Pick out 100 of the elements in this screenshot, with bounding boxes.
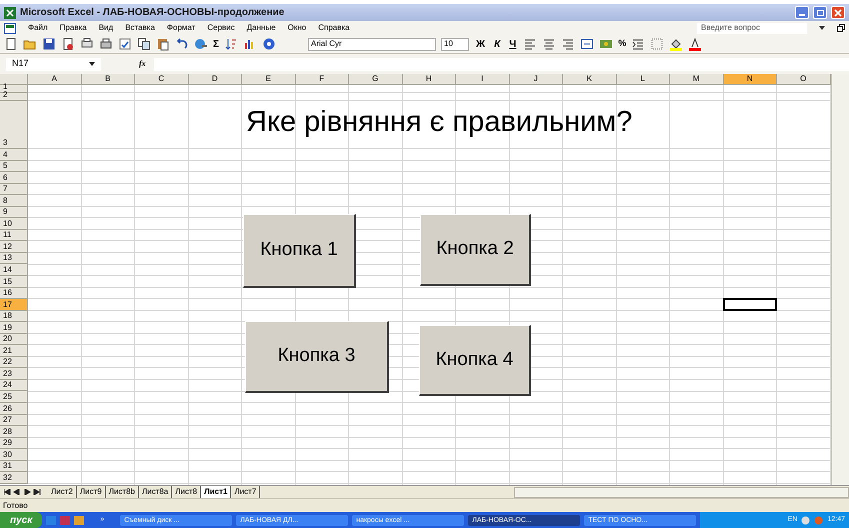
sort-icon[interactable]: [224, 37, 238, 51]
menu-item[interactable]: Файл: [28, 22, 48, 34]
row-header[interactable]: 27: [0, 414, 28, 426]
row-header[interactable]: 10: [0, 218, 28, 230]
row-header[interactable]: 3: [0, 101, 28, 149]
row-header[interactable]: 26: [0, 403, 28, 415]
row-header[interactable]: 8: [0, 195, 28, 207]
name-box[interactable]: N17: [6, 58, 101, 70]
align-center-icon[interactable]: [542, 37, 556, 51]
column-header[interactable]: N: [724, 74, 777, 85]
menu-item[interactable]: Вид: [98, 22, 114, 34]
fill-color-icon[interactable]: [669, 37, 684, 51]
row-header[interactable]: 19: [0, 322, 28, 334]
row-header[interactable]: 23: [0, 368, 28, 380]
column-header[interactable]: E: [242, 74, 296, 85]
column-header[interactable]: C: [135, 74, 188, 85]
sheet-tab[interactable]: Лист1: [201, 486, 232, 498]
percent-button[interactable]: %: [618, 37, 626, 51]
indent-icon[interactable]: [631, 37, 646, 51]
row-header[interactable]: 11: [0, 230, 28, 242]
vertical-scrollbar[interactable]: [831, 74, 849, 485]
row-header[interactable]: 15: [0, 276, 28, 288]
row-header[interactable]: 28: [0, 426, 28, 438]
new-file-icon[interactable]: [4, 37, 18, 51]
column-header[interactable]: I: [456, 74, 510, 85]
currency-icon[interactable]: [599, 37, 614, 51]
selected-cell[interactable]: [722, 298, 777, 311]
align-left-icon[interactable]: [523, 37, 538, 51]
row-header[interactable]: 22: [0, 356, 28, 368]
column-header[interactable]: B: [82, 74, 135, 85]
column-header[interactable]: H: [402, 74, 456, 85]
column-header[interactable]: A: [28, 74, 82, 85]
column-header[interactable]: O: [777, 74, 830, 85]
row-header[interactable]: 31: [0, 460, 28, 472]
workbook-icon[interactable]: [4, 22, 16, 34]
autosum-button[interactable]: Σ: [213, 36, 220, 52]
bold-button[interactable]: Ж: [474, 36, 488, 52]
align-right-icon[interactable]: [561, 37, 576, 51]
row-header[interactable]: 5: [0, 160, 28, 172]
form-button[interactable]: Кнопка 3: [245, 321, 389, 393]
row-header[interactable]: 30: [0, 449, 28, 461]
column-header[interactable]: F: [296, 74, 349, 85]
underline-button[interactable]: Ч: [507, 36, 518, 52]
row-header[interactable]: 17: [0, 299, 28, 311]
row-header[interactable]: 9: [0, 206, 28, 218]
row-header[interactable]: 24: [0, 380, 28, 392]
sheet-tab[interactable]: Лист2: [48, 486, 77, 498]
column-header[interactable]: G: [349, 74, 402, 85]
menu-item[interactable]: Формат: [166, 22, 196, 34]
save-icon[interactable]: [42, 37, 56, 51]
row-header[interactable]: 32: [0, 472, 28, 484]
row-header[interactable]: 6: [0, 172, 28, 184]
help-field[interactable]: Введите вопрос: [697, 22, 807, 34]
menu-item[interactable]: Окно: [288, 22, 306, 34]
row-header[interactable]: 21: [0, 345, 28, 357]
restore-icon[interactable]: [837, 24, 845, 32]
form-button[interactable]: Кнопка 4: [419, 325, 531, 396]
undo-icon[interactable]: [175, 37, 189, 51]
start-button[interactable]: пуск: [0, 512, 42, 528]
sheet-tab[interactable]: Лист8b: [106, 486, 139, 498]
menu-item[interactable]: Правка: [60, 22, 87, 34]
font-field[interactable]: Arial Cyr: [308, 38, 436, 50]
help-icon[interactable]: [262, 37, 276, 51]
printer-icon[interactable]: [99, 37, 113, 51]
copy-icon[interactable]: [137, 37, 151, 51]
column-header[interactable]: J: [510, 74, 563, 85]
function-button[interactable]: fx: [139, 58, 146, 70]
row-header[interactable]: 7: [0, 184, 28, 196]
row-header[interactable]: 12: [0, 241, 28, 253]
dropdown-arrow-icon[interactable]: [89, 62, 95, 66]
form-button[interactable]: Кнопка 1: [243, 214, 356, 288]
sheet-tab[interactable]: Лист9: [76, 486, 106, 498]
column-header[interactable]: M: [670, 74, 724, 85]
menu-item[interactable]: Вставка: [125, 22, 155, 34]
row-header[interactable]: 25: [0, 391, 28, 404]
row-header[interactable]: 18: [0, 310, 28, 322]
row-header[interactable]: 14: [0, 264, 28, 276]
borders-icon[interactable]: [650, 37, 664, 51]
font-color-icon[interactable]: [688, 37, 702, 51]
minimize-button[interactable]: [795, 6, 809, 19]
dropdown-arrow-icon[interactable]: [819, 26, 825, 30]
italic-button[interactable]: К: [492, 36, 502, 52]
sheet-tab[interactable]: Лист8: [172, 486, 202, 498]
close-button[interactable]: [831, 6, 845, 19]
row-header[interactable]: 16: [0, 288, 28, 300]
column-header[interactable]: L: [616, 74, 670, 85]
menu-item[interactable]: Справка: [318, 22, 350, 34]
column-header[interactable]: D: [188, 74, 242, 85]
paste-icon[interactable]: [156, 37, 170, 51]
row-header[interactable]: 20: [0, 334, 28, 346]
row-header[interactable]: 2: [0, 93, 28, 101]
font-size-field[interactable]: 10: [441, 38, 470, 50]
column-header[interactable]: K: [563, 74, 616, 85]
row-header[interactable]: 4: [0, 149, 28, 161]
restore-button[interactable]: [813, 6, 827, 19]
horizontal-scrollbar[interactable]: [514, 486, 849, 498]
menu-item[interactable]: Сервис: [207, 22, 235, 34]
row-header[interactable]: 13: [0, 252, 28, 264]
menu-item[interactable]: Данные: [246, 22, 276, 34]
row-header[interactable]: 29: [0, 438, 28, 450]
